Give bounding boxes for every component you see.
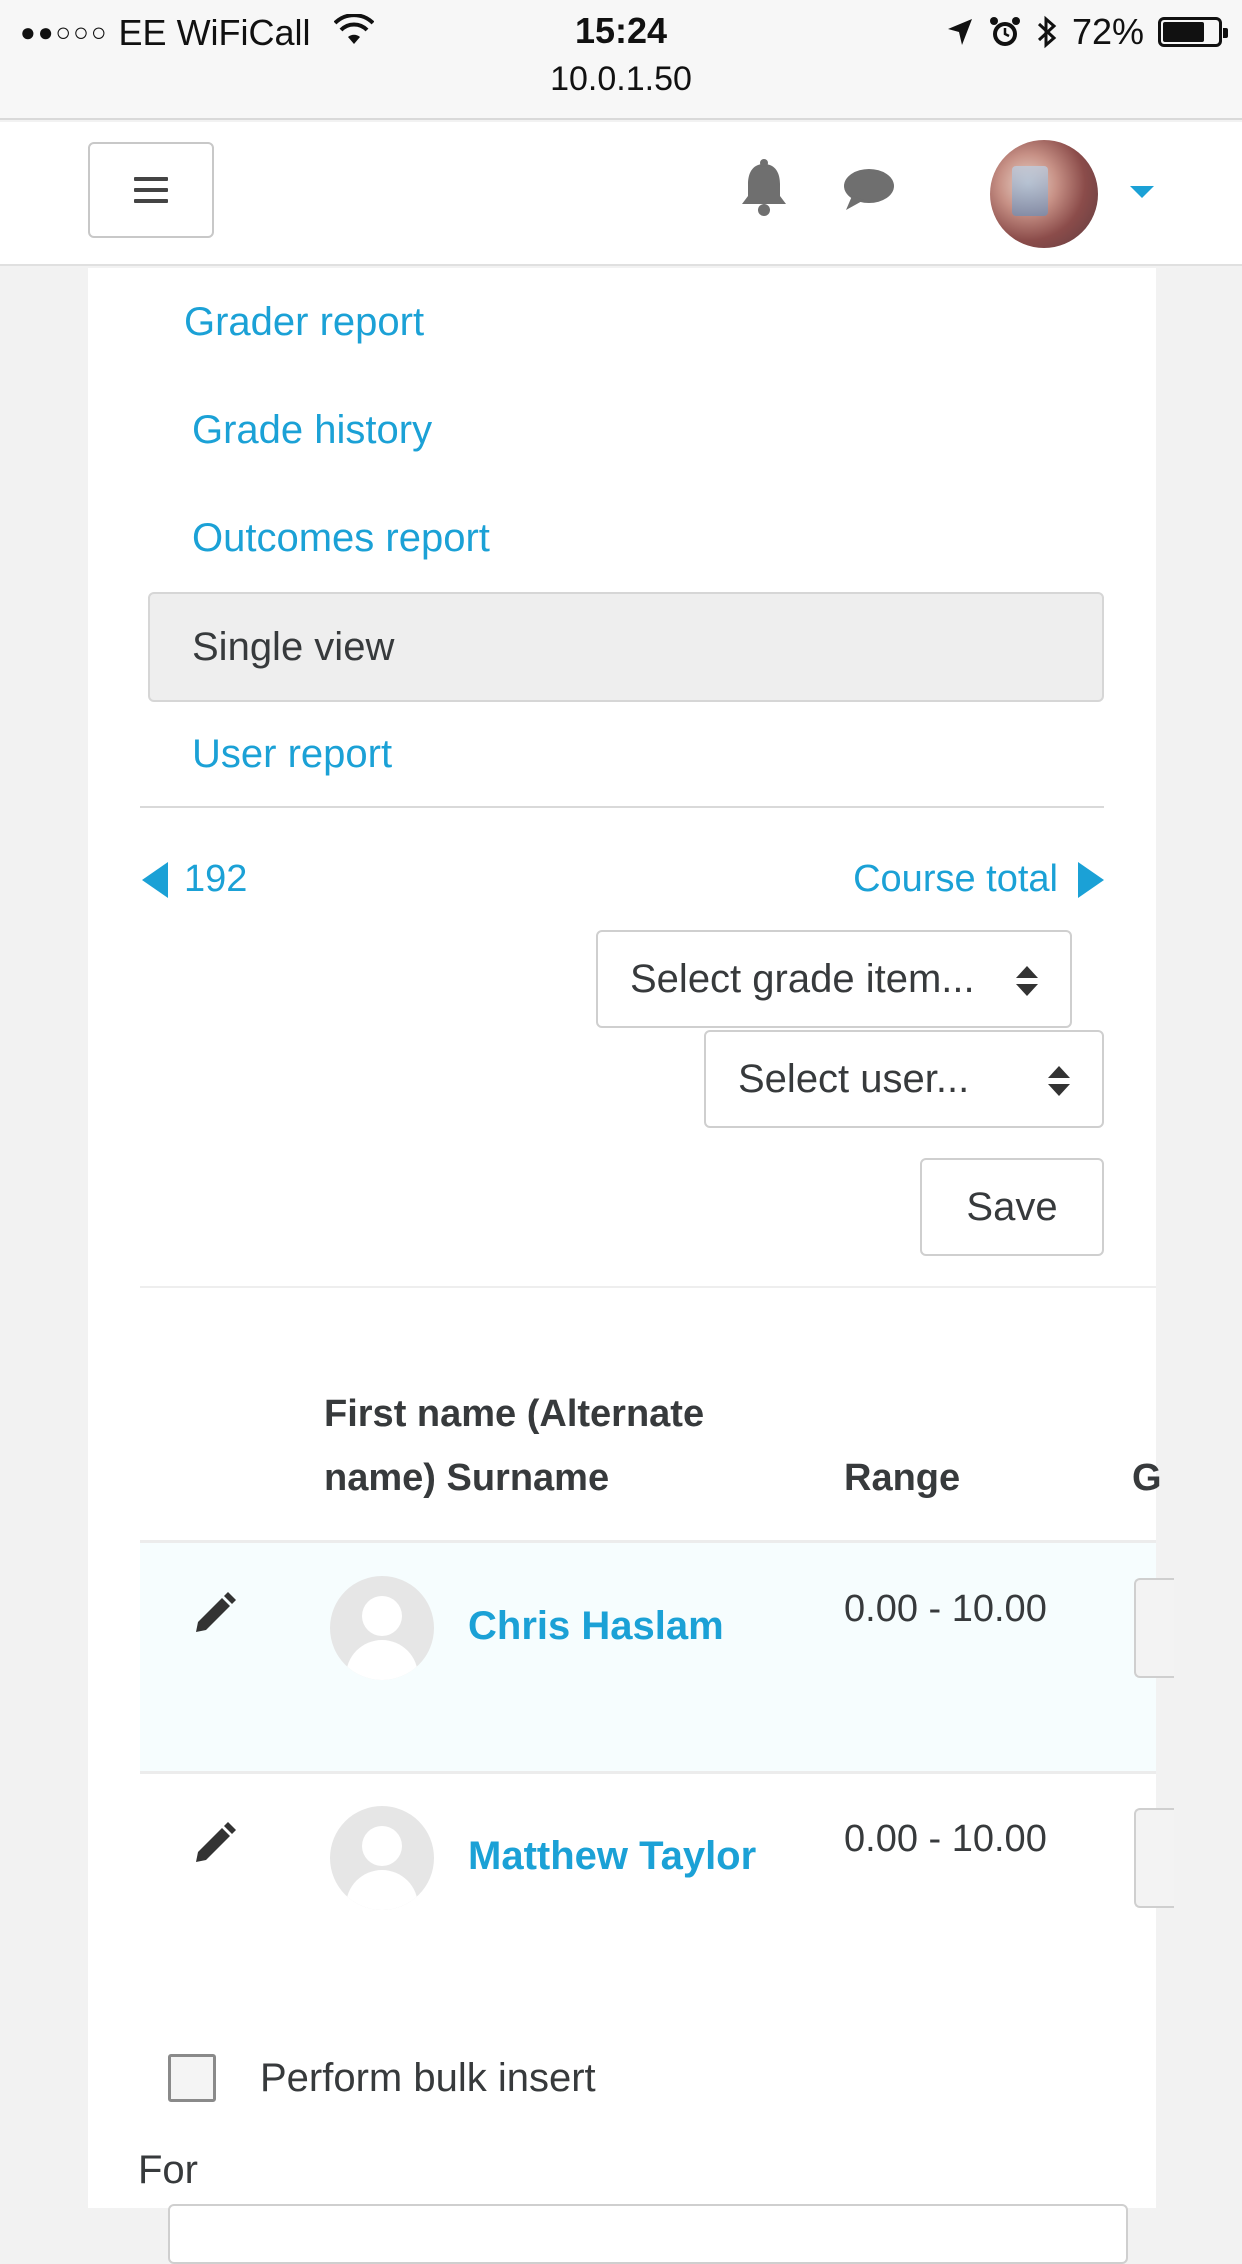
user-avatar	[330, 1576, 434, 1680]
menu-toggle-button[interactable]	[88, 142, 214, 238]
header-name-line2[interactable]: name) Surname	[324, 1446, 609, 1510]
hamburger-icon	[134, 177, 168, 203]
nav-outcomes-report[interactable]: Outcomes report	[192, 516, 490, 561]
table-row	[140, 1543, 1156, 1771]
grade-item-select[interactable]: Select grade item...	[596, 930, 1072, 1028]
chat-icon[interactable]	[842, 166, 896, 214]
avatar[interactable]	[990, 140, 1098, 248]
prev-item-label: 192	[184, 858, 248, 900]
bell-icon[interactable]	[738, 158, 790, 218]
user-name-link[interactable]: Matthew Taylor	[468, 1834, 756, 1879]
nav-grader-report[interactable]: Grader report	[184, 300, 424, 345]
alarm-icon	[989, 17, 1020, 46]
range-value: 0.00 - 10.00	[844, 1818, 1047, 1860]
address-url[interactable]: 10.0.1.50	[0, 60, 1242, 99]
select-arrows-icon	[1048, 1066, 1070, 1096]
caret-down-icon[interactable]	[1130, 186, 1154, 198]
bluetooth-icon	[1037, 15, 1057, 49]
next-item-link[interactable]: Course total	[853, 858, 1104, 901]
prev-item-link[interactable]: 192	[142, 858, 247, 901]
user-select-value: Select user...	[738, 1056, 970, 1101]
bulk-insert-checkbox[interactable]	[168, 2054, 216, 2102]
pencil-icon[interactable]	[192, 1590, 238, 1636]
for-label: For	[138, 2148, 198, 2192]
nav-grade-history[interactable]: Grade history	[192, 408, 432, 453]
nav-single-view[interactable]: Single view	[148, 592, 1104, 702]
bulk-insert-label: Perform bulk insert	[260, 2056, 596, 2100]
status-bar: ●●○○○ EE WiFiCall 15:24 10.0.1.50 72%	[0, 0, 1242, 120]
battery-icon	[1158, 17, 1228, 47]
arrow-right-icon	[1078, 861, 1104, 898]
status-right: 72%	[946, 11, 1228, 52]
next-item-label: Course total	[853, 858, 1058, 900]
header-name-line1[interactable]: First name (Alternate	[324, 1382, 704, 1446]
user-name-link[interactable]: Chris Haslam	[468, 1604, 724, 1649]
arrow-left-icon	[142, 861, 168, 898]
range-value: 0.00 - 10.00	[844, 1588, 1047, 1630]
grade-input[interactable]	[1134, 1578, 1174, 1678]
section-divider	[140, 1286, 1156, 1288]
nav-divider	[140, 806, 1104, 808]
header-grade: G	[1132, 1457, 1162, 1499]
nav-user-report[interactable]: User report	[192, 732, 392, 777]
select-arrows-icon	[1016, 966, 1038, 996]
location-arrow-icon	[947, 19, 972, 45]
content-card: Grader report Grade history Outcomes rep…	[88, 268, 1174, 2264]
pencil-icon[interactable]	[192, 1820, 238, 1866]
top-navbar	[0, 122, 1242, 266]
user-select[interactable]: Select user...	[704, 1030, 1104, 1128]
grade-input[interactable]	[1134, 1808, 1174, 1908]
user-avatar	[330, 1806, 434, 1910]
header-range: Range	[844, 1457, 961, 1499]
save-button[interactable]: Save	[920, 1158, 1104, 1256]
grade-item-select-value: Select grade item...	[630, 956, 975, 1001]
bulk-for-select[interactable]	[168, 2204, 1128, 2264]
battery-percent: 72%	[1071, 11, 1144, 52]
